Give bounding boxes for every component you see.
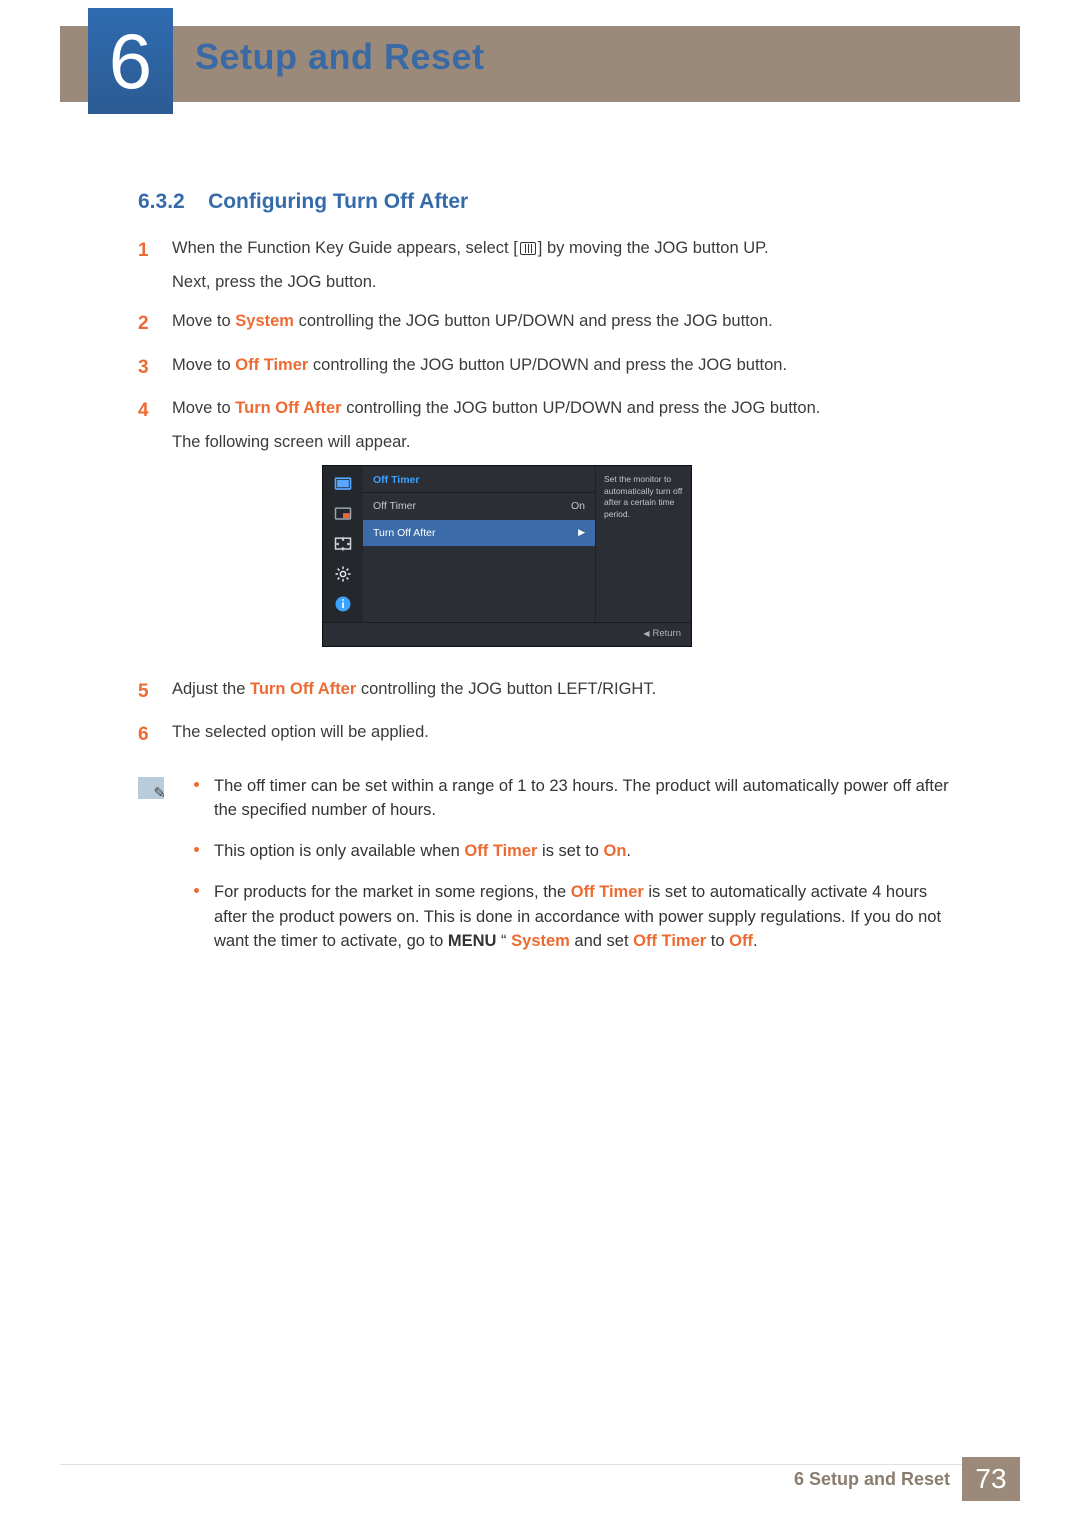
osd-row: Off Timer On xyxy=(363,493,595,519)
section-heading: 6.3.2 Configuring Turn Off After xyxy=(138,190,960,214)
pip-icon xyxy=(333,504,353,524)
step-number: 6 xyxy=(138,720,158,749)
note-block: The off timer can be set within a range … xyxy=(138,774,960,971)
osd-description: Set the monitor to automatically turn of… xyxy=(596,466,691,622)
back-arrow-icon: ◀ xyxy=(643,629,649,638)
osd-row-label: Off Timer xyxy=(373,498,416,514)
step-text: Move to Off Timer controlling the JOG bu… xyxy=(172,353,960,382)
step: 6 The selected option will be applied. xyxy=(138,720,960,749)
step-text: Move to Turn Off After controlling the J… xyxy=(172,396,960,663)
note-item: For products for the market in some regi… xyxy=(186,880,960,954)
section-title: Configuring Turn Off After xyxy=(208,190,468,213)
step: 5 Adjust the Turn Off After controlling … xyxy=(138,677,960,706)
osd-row-value: ▶ xyxy=(578,526,585,540)
info-icon xyxy=(333,594,353,614)
step-number: 1 xyxy=(138,236,158,295)
note-item: This option is only available when Off T… xyxy=(186,839,960,864)
content: 6.3.2 Configuring Turn Off After 1 When … xyxy=(138,190,960,970)
osd-screenshot: Off Timer Off Timer On Turn Off After ▶ Set… xyxy=(322,465,692,647)
step: 4 Move to Turn Off After controlling the… xyxy=(138,396,960,663)
step: 2 Move to System controlling the JOG but… xyxy=(138,309,960,338)
menu-icon xyxy=(520,242,536,255)
chapter-box: 6 xyxy=(88,8,173,114)
note-icon xyxy=(138,777,164,799)
osd-footer: ◀Return xyxy=(323,622,691,646)
footer-text: 6 Setup and Reset xyxy=(794,1469,950,1490)
step-text: Move to System controlling the JOG butto… xyxy=(172,309,960,338)
onscreen-icon xyxy=(333,534,353,554)
step: 1 When the Function Key Guide appears, s… xyxy=(138,236,960,295)
step: 3 Move to Off Timer controlling the JOG … xyxy=(138,353,960,382)
step-number: 2 xyxy=(138,309,158,338)
step-list: 1 When the Function Key Guide appears, s… xyxy=(138,236,960,750)
step-number: 3 xyxy=(138,353,158,382)
gear-icon xyxy=(333,564,353,584)
step-text: When the Function Key Guide appears, sel… xyxy=(172,236,960,295)
osd-row-label: Turn Off After xyxy=(373,525,435,541)
osd-main: Off Timer Off Timer On Turn Off After ▶ xyxy=(363,466,595,622)
osd-row-value: On xyxy=(571,498,585,514)
osd-row: Turn Off After ▶ xyxy=(363,520,595,546)
page-footer: 6 Setup and Reset 73 xyxy=(60,1457,1020,1501)
page-number: 73 xyxy=(962,1457,1020,1501)
step-number: 4 xyxy=(138,396,158,663)
note-list: The off timer can be set within a range … xyxy=(186,774,960,971)
step-number: 5 xyxy=(138,677,158,706)
picture-icon xyxy=(333,474,353,494)
osd-header: Off Timer xyxy=(363,466,595,493)
step-text: Adjust the Turn Off After controlling th… xyxy=(172,677,960,706)
chapter-title: Setup and Reset xyxy=(195,36,485,78)
osd-sidebar xyxy=(323,466,363,622)
step-text: The selected option will be applied. xyxy=(172,720,960,749)
section-number: 6.3.2 xyxy=(138,190,185,213)
note-item: The off timer can be set within a range … xyxy=(186,774,960,824)
chapter-number: 6 xyxy=(109,16,152,107)
